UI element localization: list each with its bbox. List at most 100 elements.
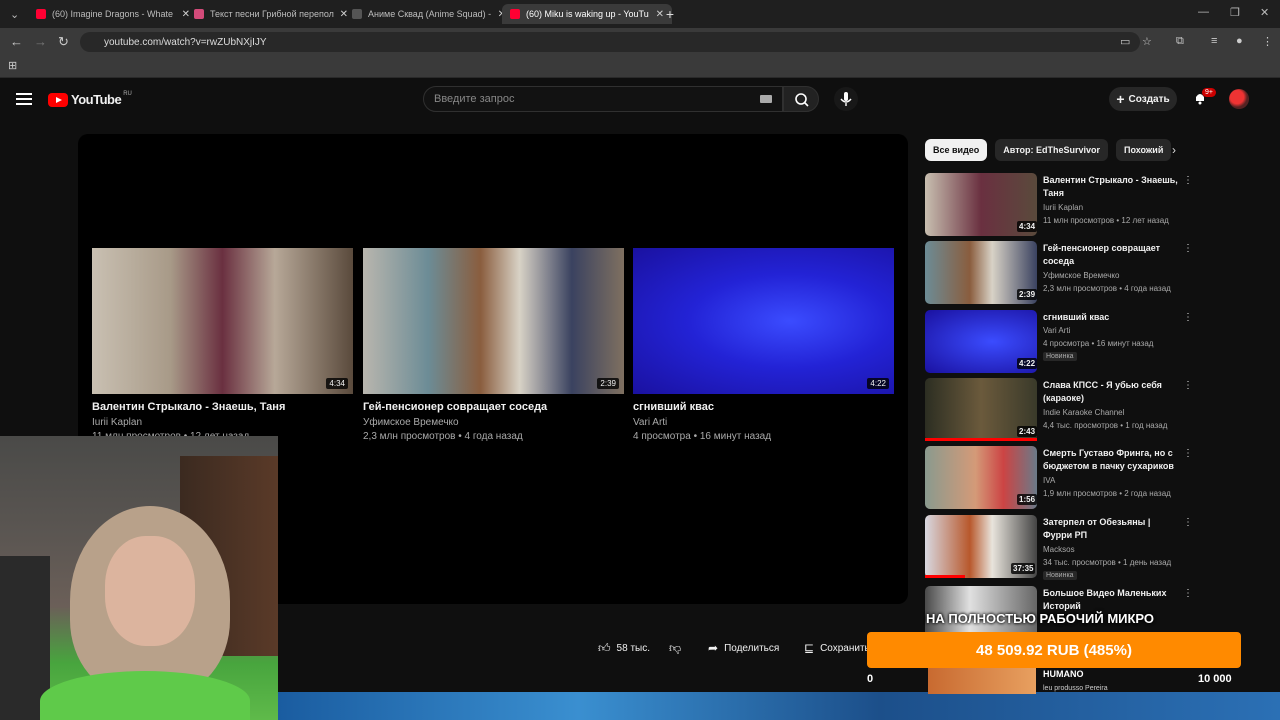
watch-progress-bar	[925, 575, 965, 578]
video-title[interactable]: Затерпел от Обезьяны | Фурри РП	[1043, 516, 1181, 542]
minimize-icon[interactable]: —	[1198, 6, 1209, 18]
endscreen-video-3[interactable]: 4:22 сгнивший квас Vari Arti 4 просмотра…	[633, 248, 894, 442]
list-item[interactable]: 2:43 Слава КПСС - Я убью себя (караоке) …	[925, 378, 1195, 442]
duration-badge: 37:35	[1011, 563, 1036, 574]
chip-all[interactable]: Все видео	[925, 139, 988, 161]
tab-search-icon[interactable]: ⌄	[10, 8, 19, 21]
channel-name[interactable]: Iurii Kaplan	[1043, 203, 1083, 212]
endscreen-video-2[interactable]: 2:39 Гей-пенсионер совращает соседа Уфим…	[363, 248, 624, 442]
browser-tab-2[interactable]: Текст песни Грибной перепол ✕	[186, 4, 356, 24]
like-button[interactable]: 👍︎ 58 тыс.	[598, 638, 650, 658]
more-actions-icon[interactable]: ⋮	[1183, 175, 1193, 186]
search-placeholder: Введите запрос	[434, 93, 515, 105]
extensions-icon[interactable]: ⧉	[1176, 35, 1184, 48]
close-window-icon[interactable]: ✕	[1260, 6, 1269, 19]
video-title[interactable]: Валентин Стрыкало - Знаешь, Таня	[92, 401, 353, 413]
bookmarks-bar: ⊞	[0, 56, 1280, 78]
search-input[interactable]: Введите запрос	[423, 86, 783, 112]
new-tab-button[interactable]: +	[662, 6, 678, 22]
create-button[interactable]: + Создать	[1109, 87, 1177, 111]
like-count: 58 тыс.	[616, 642, 650, 654]
youtube-favicon-icon	[510, 9, 520, 19]
url-field[interactable]: youtube.com/watch?v=rwZUbNXjIJY	[80, 32, 1140, 52]
media-icon[interactable]: ≡	[1211, 35, 1217, 47]
back-icon[interactable]: ←	[10, 34, 23, 49]
guide-menu-icon[interactable]	[16, 93, 32, 105]
browser-tabstrip: ⌄ (60) Imagine Dragons - Whate ✕ Текст п…	[0, 0, 1280, 28]
more-actions-icon[interactable]: ⋮	[1183, 588, 1193, 599]
save-button[interactable]: ⊑ Сохранить	[804, 638, 870, 658]
forward-icon[interactable]: →	[34, 34, 47, 49]
list-item[interactable]: 4:22 сгнивший квас Vari Arti 4 просмотра…	[925, 310, 1195, 374]
bookmark-star-icon[interactable]: ☆	[1142, 35, 1152, 48]
duration-badge: 1:56	[1017, 494, 1038, 505]
video-title[interactable]: Слава КПСС - Я убью себя (караоке)	[1043, 379, 1181, 405]
humano-title: HUMANO	[1043, 669, 1084, 679]
maximize-icon[interactable]: ❐	[1230, 6, 1240, 19]
watch-progress-bar	[925, 438, 1037, 441]
dislike-button[interactable]: 👎︎	[669, 638, 681, 658]
channel-name[interactable]: Macksos	[1043, 545, 1075, 554]
more-actions-icon[interactable]: ⋮	[1183, 380, 1193, 391]
search-button[interactable]	[783, 86, 819, 112]
url-text: youtube.com/watch?v=rwZUbNXjIJY	[104, 37, 267, 48]
video-title[interactable]: Гей-пенсионер совращает соседа	[1043, 242, 1181, 268]
list-item[interactable]: 37:35 Затерпел от Обезьяны | Фурри РП Ma…	[925, 515, 1195, 580]
video-meta: 4,4 тыс. просмотров • 1 год назад	[1043, 421, 1168, 430]
chip-author[interactable]: Автор: EdTheSurvivor	[995, 139, 1109, 161]
video-title[interactable]: Гей-пенсионер совращает соседа	[363, 401, 624, 413]
account-avatar[interactable]	[1229, 89, 1249, 109]
more-actions-icon[interactable]: ⋮	[1183, 517, 1193, 528]
video-thumbnail: 2:39	[363, 248, 624, 394]
menu-icon[interactable]: ⋮	[1262, 35, 1273, 48]
cast-icon[interactable]: ▭	[1120, 35, 1130, 48]
notification-count-badge: 9+	[1202, 88, 1216, 97]
donation-amount: 48 509.92 RUB (485%)	[976, 641, 1132, 659]
keyboard-icon[interactable]	[760, 95, 772, 103]
channel-name[interactable]: Уфимское Времечко	[1043, 271, 1119, 280]
donation-goal-bar: 48 509.92 RUB (485%)	[867, 632, 1241, 668]
video-meta: 11 млн просмотров • 12 лет назад	[1043, 216, 1169, 225]
list-item[interactable]: 2:39 Гей-пенсионер совращает соседа Уфим…	[925, 241, 1195, 305]
channel-name[interactable]: IVA	[1043, 476, 1055, 485]
channel-name[interactable]: Уфимское Времечко	[363, 417, 624, 428]
more-actions-icon[interactable]: ⋮	[1183, 312, 1193, 323]
new-badge: Новинка	[1043, 571, 1077, 580]
thumbs-up-icon: 👍︎	[598, 640, 611, 655]
endscreen-video-1[interactable]: 4:34 Валентин Стрыкало - Знаешь, Таня Iu…	[92, 248, 353, 442]
region-label: RU	[123, 90, 132, 97]
tab-title: (60) Miku is waking up - YouTu	[526, 9, 649, 19]
video-title[interactable]: Смерть Густаво Фринга, но с бюджетом в п…	[1043, 447, 1181, 473]
youtube-favicon-icon	[36, 9, 46, 19]
video-title[interactable]: Большое Видео Маленьких Историй	[1043, 587, 1181, 613]
list-item[interactable]: 1:56 Смерть Густаво Фринга, но с бюджето…	[925, 446, 1195, 510]
profile-icon[interactable]: ●	[1236, 35, 1243, 47]
more-actions-icon[interactable]: ⋮	[1183, 243, 1193, 254]
humano-subtitle: leu produsso Pereira	[1043, 685, 1108, 692]
reload-icon[interactable]: ↻	[58, 34, 69, 50]
donation-goal-min: 0	[867, 673, 874, 685]
streamer-shirt	[40, 671, 250, 720]
video-title[interactable]: сгнивший квас	[633, 401, 894, 413]
logo-text: YouTube	[71, 92, 122, 107]
more-actions-icon[interactable]: ⋮	[1183, 448, 1193, 459]
video-meta: 2,3 млн просмотров • 4 года назад	[363, 431, 523, 442]
list-item[interactable]: 4:34 Валентин Стрыкало - Знаешь, Таня Iu…	[925, 173, 1195, 237]
browser-tab-4-active[interactable]: (60) Miku is waking up - YouTu ✕	[502, 4, 672, 24]
channel-name[interactable]: Vari Arti	[1043, 326, 1070, 335]
youtube-logo[interactable]: YouTube RU	[48, 90, 132, 107]
browser-tab-1[interactable]: (60) Imagine Dragons - Whate ✕	[28, 4, 198, 24]
voice-search-button[interactable]	[834, 87, 858, 111]
video-title[interactable]: Валентин Стрыкало - Знаешь, Таня	[1043, 174, 1181, 200]
apps-grid-icon[interactable]: ⊞	[8, 59, 17, 72]
channel-name[interactable]: Vari Arti	[633, 417, 894, 428]
share-label: Поделиться	[724, 642, 780, 654]
channel-name[interactable]: Iurii Kaplan	[92, 417, 353, 428]
share-button[interactable]: ➦ Поделиться	[708, 638, 779, 658]
site-favicon-icon	[352, 9, 362, 19]
video-title[interactable]: сгнивший квас	[1043, 311, 1181, 324]
chip-similar[interactable]: Похожий	[1116, 139, 1172, 161]
browser-tab-3[interactable]: Аниме Сквад (Anime Squad) - ✕	[344, 4, 514, 24]
channel-name[interactable]: Indie Karaoke Channel	[1043, 408, 1124, 417]
chevron-right-icon[interactable]: ›	[1172, 143, 1176, 157]
